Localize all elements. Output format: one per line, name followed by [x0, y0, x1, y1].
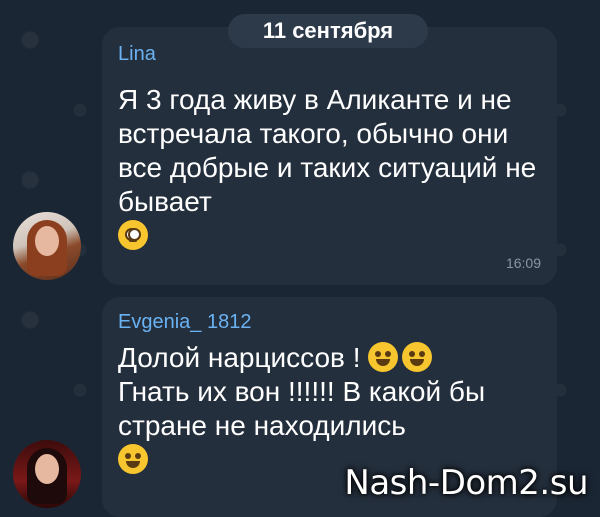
message-text: Долой нарциссов ! Гнать их вон !!!!!! В … — [118, 341, 543, 477]
message-bubble-lina[interactable]: Lina Я 3 года живу в Аликанте и не встре… — [102, 27, 557, 285]
grinning-squinting-face-icon — [368, 342, 399, 372]
sender-name[interactable]: Lina — [118, 43, 156, 66]
pleading-face-emoji-icon — [118, 220, 148, 250]
message-text: Я 3 года живу в Аликанте и не встречала … — [118, 83, 543, 253]
date-divider: 11 сентября — [228, 14, 428, 48]
avatar-face — [35, 226, 59, 256]
watermark-text: Nash-Dom2.su — [344, 463, 588, 503]
avatar-lina[interactable] — [13, 212, 81, 280]
message-timestamp: 16:09 — [505, 255, 541, 271]
face-with-tears-of-joy-icon — [118, 444, 148, 474]
rolling-on-floor-laughing-icon — [402, 342, 433, 372]
avatar-evgenia[interactable] — [13, 440, 81, 508]
avatar-face — [35, 454, 59, 484]
sender-name[interactable]: Evgenia_ 1812 — [118, 311, 251, 334]
